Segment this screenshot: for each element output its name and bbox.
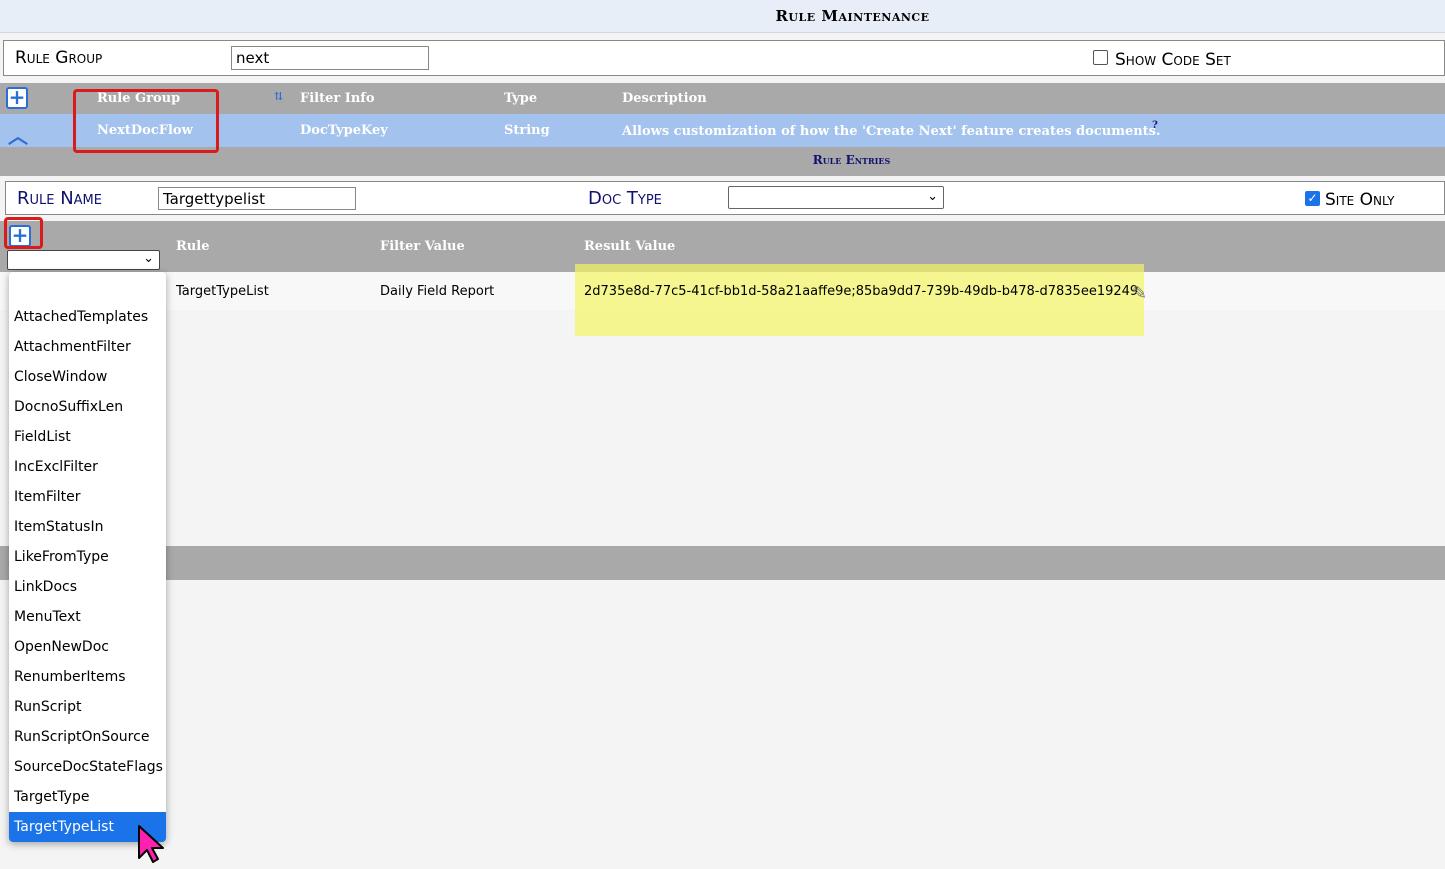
page-title: Rule Maintenance <box>775 7 930 25</box>
dropdown-option-blank[interactable] <box>9 272 166 302</box>
rule-group-row: Rule Group Show Code Set <box>3 40 1445 76</box>
description-cell: Allows customization of how the 'Create … <box>622 124 1161 139</box>
rule-group-input[interactable] <box>231 46 429 70</box>
caret-up-icon[interactable]: ︿ <box>8 120 28 149</box>
dropdown-option[interactable]: IncExclFilter <box>9 452 166 482</box>
help-icon[interactable]: ? <box>1152 120 1158 131</box>
add-rule-group-button[interactable]: + <box>6 87 28 109</box>
rule-dropdown-list: AttachedTemplates AttachmentFilter Close… <box>9 272 166 842</box>
dropdown-option[interactable]: DocnoSuffixLen <box>9 392 166 422</box>
dropdown-option[interactable]: RunScript <box>9 692 166 722</box>
type-cell: String <box>504 123 550 138</box>
col-result-value[interactable]: Result Value <box>584 239 675 254</box>
col-rule[interactable]: Rule <box>176 239 209 254</box>
pencil-icon[interactable]: ✎ <box>1132 283 1147 304</box>
filter-value-cell: Daily Field Report <box>380 284 495 299</box>
dropdown-option[interactable]: ItemFilter <box>9 482 166 512</box>
dropdown-option[interactable]: FieldList <box>9 422 166 452</box>
rule-select[interactable]: ⌄ <box>7 250 160 270</box>
dropdown-option[interactable]: LinkDocs <box>9 572 166 602</box>
annotation-box-rule-group <box>73 89 219 153</box>
dropdown-option[interactable]: OpenNewDoc <box>9 632 166 662</box>
rule-name-input[interactable] <box>158 187 356 210</box>
dropdown-option[interactable]: LikeFromType <box>9 542 166 572</box>
col-filter-info[interactable]: Filter Info <box>300 91 375 106</box>
col-type[interactable]: Type <box>504 91 537 106</box>
rule-entries-title: Rule Entries <box>812 153 891 167</box>
show-code-set-checkbox[interactable] <box>1093 50 1108 65</box>
col-filter-value[interactable]: Filter Value <box>380 239 465 254</box>
dropdown-option[interactable]: SourceDocStateFlags <box>9 752 166 782</box>
result-value-cell: 2d735e8d-77c5-41cf-bb1d-58a21aaffe9e;85b… <box>584 284 1139 299</box>
chevron-down-icon: ⌄ <box>927 189 938 204</box>
sort-icon[interactable]: ⇅ <box>274 90 283 103</box>
rule-group-label: Rule Group <box>15 48 103 68</box>
footer-bar <box>0 546 1445 580</box>
dropdown-option[interactable]: AttachedTemplates <box>9 302 166 332</box>
show-code-set-label: Show Code Set <box>1115 50 1231 70</box>
doc-type-select[interactable]: ⌄ <box>728 186 944 209</box>
site-only-label: Site Only <box>1325 190 1395 210</box>
dropdown-option[interactable]: AttachmentFilter <box>9 332 166 362</box>
filter-info-cell: DocTypeKey <box>300 123 388 138</box>
dropdown-option[interactable]: RunScriptOnSource <box>9 722 166 752</box>
chevron-down-icon: ⌄ <box>143 251 154 266</box>
rule-name-row: Rule Name Doc Type ⌄ ✓ Site Only <box>5 181 1445 215</box>
page-title-bar: Rule Maintenance <box>0 0 1445 33</box>
dropdown-option[interactable]: ItemStatusIn <box>9 512 166 542</box>
dropdown-option[interactable]: RenumberItems <box>9 662 166 692</box>
col-description[interactable]: Description <box>622 91 707 106</box>
dropdown-option[interactable]: CloseWindow <box>9 362 166 392</box>
mouse-cursor-icon <box>138 825 164 863</box>
dropdown-option[interactable]: MenuText <box>9 602 166 632</box>
annotation-box-add-button <box>4 217 43 249</box>
result-value-highlight <box>575 264 1144 336</box>
rule-name-label: Rule Name <box>17 188 102 209</box>
rule-cell: TargetTypeList <box>176 284 269 299</box>
site-only-checkbox[interactable]: ✓ <box>1305 191 1320 206</box>
doc-type-label: Doc Type <box>588 188 662 209</box>
dropdown-option[interactable]: TargetType <box>9 782 166 812</box>
